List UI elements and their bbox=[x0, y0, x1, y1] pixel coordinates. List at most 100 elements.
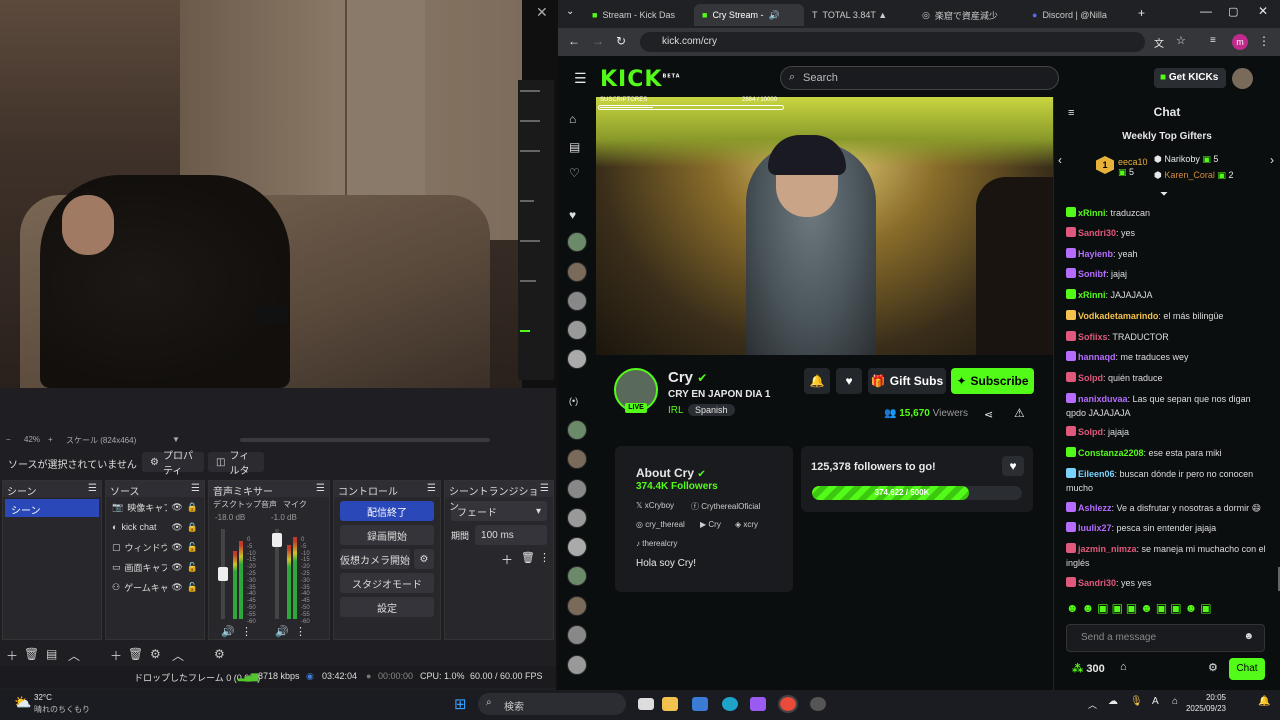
lock-icon[interactable]: 🔒 bbox=[187, 502, 198, 513]
new-tab-icon[interactable]: + bbox=[1138, 6, 1145, 20]
transition-select[interactable]: フェード ▾ bbox=[451, 501, 547, 521]
duration-field[interactable]: 100 ms bbox=[475, 525, 547, 545]
filters-button[interactable]: ◫ フィルタ bbox=[208, 451, 264, 477]
add-icon[interactable]: ＋ bbox=[6, 647, 18, 664]
following-icon[interactable]: ♥ bbox=[569, 208, 576, 222]
bell-icon[interactable]: 🔔 bbox=[804, 368, 830, 394]
preview-scrollbar[interactable] bbox=[240, 438, 490, 442]
kick-points[interactable]: ⁂ 300 bbox=[1072, 662, 1105, 675]
followed-channel-avatar[interactable] bbox=[567, 349, 587, 369]
channel-name[interactable]: Cry ✔ bbox=[668, 369, 707, 386]
followed-channel-avatar[interactable] bbox=[567, 320, 587, 340]
live-icon[interactable]: (•) bbox=[569, 396, 578, 406]
followed-channel-avatar[interactable] bbox=[567, 420, 587, 440]
filter-icon[interactable]: ▤ bbox=[46, 647, 57, 661]
chat-username[interactable]: Eileen06 bbox=[1078, 469, 1115, 479]
gear-icon[interactable]: ⚙ bbox=[150, 647, 161, 661]
followed-channel-avatar[interactable] bbox=[567, 479, 587, 499]
chat-username[interactable]: Constanza2208 bbox=[1078, 448, 1144, 458]
expand-icon[interactable]: ⏷ bbox=[1160, 189, 1168, 200]
dock-menu-icon[interactable]: ☰ bbox=[540, 483, 549, 495]
followed-channel-avatar[interactable] bbox=[567, 537, 587, 557]
gifter[interactable]: ⬢ Karen_Coral ▣ 2 bbox=[1154, 170, 1233, 181]
tab-search-icon[interactable]: ⌄ bbox=[566, 6, 574, 17]
source-item[interactable]: ▭ 画面キャプ 👁 🔓 bbox=[106, 557, 204, 577]
get-kicks-button[interactable]: ■ Get KICKs bbox=[1154, 68, 1226, 88]
desktop-volume-slider[interactable] bbox=[218, 529, 228, 619]
close-icon[interactable]: ✕ bbox=[536, 4, 548, 21]
social-link[interactable]: ♪ therealcry bbox=[636, 539, 677, 548]
heart-icon[interactable]: ♥ bbox=[836, 368, 862, 394]
heart-icon[interactable]: ♥ bbox=[1002, 456, 1024, 476]
source-item[interactable]: ◐ kick chat 👁 🔒 bbox=[106, 517, 204, 537]
social-link[interactable]: ◎ cry_thereal bbox=[636, 520, 685, 529]
gear-icon[interactable]: ⚙ bbox=[1208, 661, 1218, 674]
chat-username[interactable]: luulix27 bbox=[1078, 523, 1112, 533]
lock-icon[interactable]: 🔓 bbox=[187, 542, 198, 553]
chevron-up-icon[interactable]: ︿ bbox=[1088, 698, 1097, 711]
gifter[interactable]: eeca10 ▣ 5 bbox=[1118, 157, 1148, 178]
chat-username[interactable]: Solpd bbox=[1078, 373, 1103, 383]
trash-icon[interactable]: 🗑 bbox=[24, 647, 39, 661]
followed-channel-avatar[interactable] bbox=[567, 291, 587, 311]
close-icon[interactable]: ✕ bbox=[1258, 4, 1268, 18]
chat-username[interactable]: Ashlezz bbox=[1078, 503, 1112, 513]
share-icon[interactable]: ⋖ bbox=[984, 408, 993, 421]
chevron-up-icon[interactable]: ︿ bbox=[172, 647, 184, 664]
copilot-icon[interactable] bbox=[750, 697, 766, 711]
properties-button[interactable]: ⚙ プロパティ bbox=[142, 451, 204, 477]
gear-icon[interactable]: ⚙ bbox=[414, 549, 434, 569]
avatar[interactable] bbox=[1232, 68, 1253, 89]
followed-channel-avatar[interactable] bbox=[567, 232, 587, 252]
category-link[interactable]: IRL bbox=[668, 405, 684, 416]
followed-channel-avatar[interactable] bbox=[567, 655, 587, 675]
followed-channel-avatar[interactable] bbox=[567, 262, 587, 282]
obs-icon[interactable] bbox=[810, 697, 826, 711]
chat-username[interactable]: Sandri30 bbox=[1078, 578, 1116, 588]
scene-item[interactable]: シーン bbox=[5, 499, 99, 517]
social-link[interactable]: ⓕ CrytherealOficial bbox=[691, 501, 760, 512]
forward-icon[interactable]: → bbox=[592, 34, 604, 48]
browse-icon[interactable]: ▤ bbox=[569, 140, 580, 154]
trash-icon[interactable]: 🗑 bbox=[521, 551, 535, 564]
chat-username[interactable]: xRinni bbox=[1078, 290, 1106, 300]
studio-mode-button[interactable]: スタジオモード bbox=[340, 573, 434, 593]
subscribe-button[interactable]: ✦ Subscribe bbox=[951, 368, 1034, 394]
eye-icon[interactable]: 👁 bbox=[171, 522, 182, 533]
social-link[interactable]: 𝕏 xCryboy bbox=[636, 501, 674, 510]
chat-username[interactable]: nanixduvaa bbox=[1078, 394, 1128, 404]
chevron-down-icon[interactable]: ▼ bbox=[172, 435, 180, 444]
followed-channel-avatar[interactable] bbox=[567, 625, 587, 645]
start-recording-button[interactable]: 録画開始 bbox=[340, 525, 434, 545]
add-icon[interactable]: ＋ bbox=[110, 647, 122, 664]
stop-stream-button[interactable]: 配信終了 bbox=[340, 501, 434, 521]
chevron-right-icon[interactable]: › bbox=[1270, 153, 1274, 167]
tab-discord[interactable]: ● Discord | @Nilla bbox=[1024, 4, 1134, 26]
kick-logo[interactable]: KICKBETA bbox=[600, 67, 681, 92]
speaker-icon[interactable]: 🔊 bbox=[275, 625, 289, 638]
dock-menu-icon[interactable]: ☰ bbox=[88, 483, 97, 495]
menu-icon[interactable]: ⋮ bbox=[1258, 34, 1270, 48]
hamburger-icon[interactable]: ☰ bbox=[574, 70, 587, 87]
notification-icon[interactable]: 🔔 bbox=[1258, 696, 1270, 707]
chat-username[interactable]: Sonibf bbox=[1078, 269, 1106, 279]
chevron-left-icon[interactable]: ‹ bbox=[1058, 153, 1062, 167]
chat-username[interactable]: jazmin_nimza bbox=[1078, 544, 1137, 554]
chat-username[interactable]: Solpd bbox=[1078, 427, 1103, 437]
chat-username[interactable]: hannaqd bbox=[1078, 352, 1116, 362]
eye-icon[interactable]: 👁 bbox=[171, 502, 182, 513]
chrome-icon[interactable] bbox=[778, 695, 798, 713]
zoom-out-button[interactable]: − bbox=[6, 435, 11, 444]
add-icon[interactable]: ＋ bbox=[501, 551, 513, 568]
tab-cry-stream[interactable]: ■ Cry Stream - 🔊 bbox=[694, 4, 804, 26]
profile-avatar[interactable]: m bbox=[1232, 34, 1248, 50]
gear-icon[interactable]: ⚙ bbox=[214, 647, 225, 661]
followed-channel-avatar[interactable] bbox=[567, 596, 587, 616]
source-item[interactable]: ⚇ゲームキャプ👁🔓 bbox=[106, 577, 204, 597]
mic-volume-slider[interactable] bbox=[272, 529, 282, 619]
report-icon[interactable]: ⚠ bbox=[1014, 406, 1025, 420]
speaker-icon[interactable]: 🔊 bbox=[221, 625, 235, 638]
star-icon[interactable]: ☆ bbox=[1176, 34, 1186, 47]
explorer-icon[interactable] bbox=[662, 697, 678, 711]
reading-list-icon[interactable]: ≡ bbox=[1210, 35, 1216, 46]
